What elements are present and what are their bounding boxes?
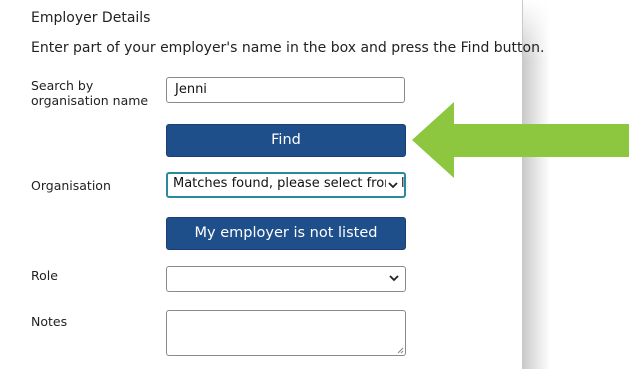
chevron-down-icon <box>389 275 399 282</box>
chevron-down-icon <box>386 177 400 193</box>
role-select[interactable] <box>166 266 406 292</box>
notes-textarea[interactable] <box>166 310 406 356</box>
organisation-select[interactable]: Matches found, please select from list <box>166 172 406 198</box>
role-label: Role <box>31 268 58 283</box>
organisation-label: Organisation <box>31 178 111 193</box>
search-label-line1: Search by <box>31 78 94 93</box>
resize-grip-icon[interactable] <box>396 346 404 354</box>
section-title: Employer Details <box>31 10 151 26</box>
notes-label: Notes <box>31 314 68 329</box>
employer-details-panel: Employer Details Enter part of your empl… <box>0 0 544 369</box>
instructions-text: Enter part of your employer's name in th… <box>31 40 545 56</box>
search-label-line2: organisation name <box>31 93 149 108</box>
find-button[interactable]: Find <box>166 124 406 157</box>
green-arrow-pointer-icon <box>412 102 629 178</box>
organisation-select-value: Matches found, please select from list <box>173 176 406 191</box>
search-label: Search by organisation name <box>31 78 148 108</box>
employer-not-listed-button[interactable]: My employer is not listed <box>166 217 406 250</box>
organisation-search-input[interactable]: Jenni <box>166 77 405 103</box>
